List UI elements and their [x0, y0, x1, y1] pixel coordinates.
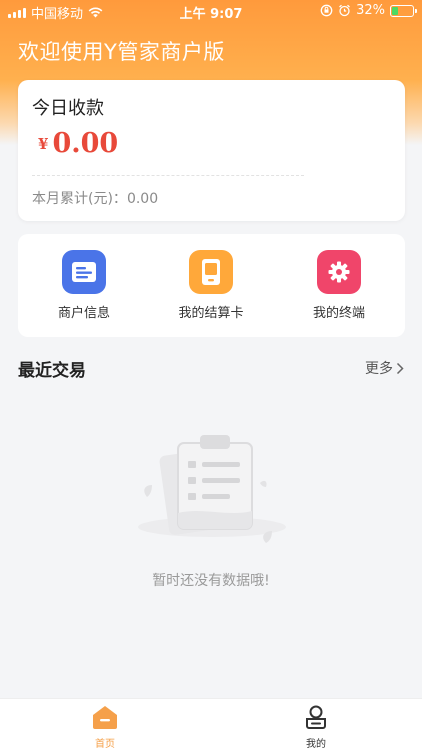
- today-amount-value: 0.00: [52, 128, 119, 159]
- more-label: 更多: [365, 361, 393, 377]
- page-title: 欢迎使用Y管家商户版: [18, 40, 225, 64]
- today-collection-card[interactable]: 今日收款 ¥0.00 本月累计(元)：0.00: [18, 80, 405, 221]
- battery-icon: [390, 4, 417, 17]
- month-total-value: 0.00: [126, 191, 159, 207]
- home-icon: [93, 706, 117, 729]
- chevron-right-icon: [396, 362, 404, 374]
- empty-state-text: 暂时还没有数据哦!: [152, 573, 270, 589]
- tab-home[interactable]: 首页: [75, 705, 135, 750]
- quick-menu: 商户信息 我的结算卡 我的终端: [18, 234, 405, 337]
- recent-transactions-title: 最近交易: [18, 361, 86, 381]
- more-link[interactable]: 更多: [365, 358, 404, 378]
- settlement-card-label: 我的结算卡: [178, 306, 244, 321]
- merchant-info-button[interactable]: 商户信息: [29, 250, 139, 321]
- month-total-row: 本月累计(元)：0.00: [32, 188, 158, 208]
- today-collection-title: 今日收款: [32, 98, 104, 119]
- terminal-label: 我的终端: [312, 306, 365, 321]
- today-amount: ¥0.00: [38, 128, 118, 159]
- currency-symbol: ¥: [38, 135, 49, 153]
- tab-bar: 首页 我的: [0, 698, 422, 750]
- battery-percent: 32%: [356, 3, 385, 18]
- battery-level: [392, 6, 399, 15]
- status-bar: 中国移动 上午 9:07 32%: [0, 0, 422, 22]
- settlement-card-icon: [189, 250, 233, 294]
- terminal-gear-icon: [317, 250, 361, 294]
- profile-icon: [306, 705, 326, 729]
- tab-profile[interactable]: 我的: [286, 705, 346, 750]
- merchant-info-icon: [62, 250, 106, 294]
- settlement-card-button[interactable]: 我的结算卡: [156, 250, 266, 321]
- terminal-button[interactable]: 我的终端: [284, 250, 394, 321]
- orientation-lock-icon: [320, 4, 333, 17]
- month-total-label: 本月累计(元)：: [32, 191, 127, 207]
- merchant-info-label: 商户信息: [57, 306, 110, 321]
- tab-profile-label: 我的: [306, 739, 326, 750]
- divider: [32, 175, 304, 176]
- tab-home-label: 首页: [95, 739, 115, 750]
- empty-clipboard-illustration: [138, 435, 286, 543]
- alarm-icon: [339, 4, 351, 17]
